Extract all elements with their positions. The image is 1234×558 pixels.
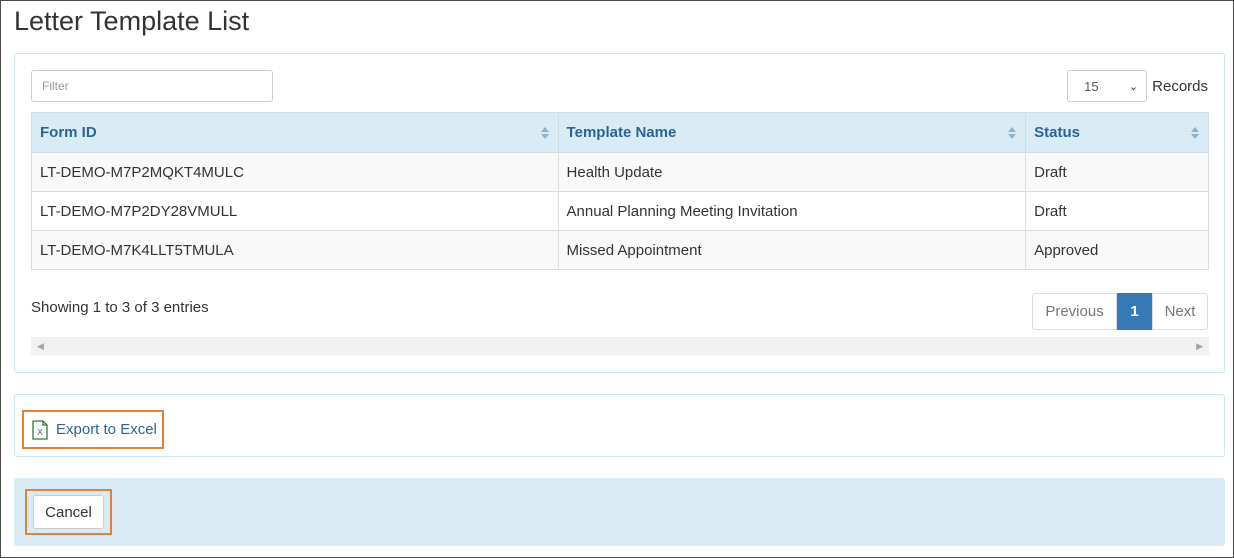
table-row[interactable]: LT-DEMO-M7P2DY28VMULL Annual Planning Me… xyxy=(31,191,1209,231)
previous-page-button[interactable]: Previous xyxy=(1032,293,1117,330)
chevron-down-icon: ⌄ xyxy=(1128,80,1139,93)
cell-form-id: LT-DEMO-M7P2MQKT4MULC xyxy=(31,152,559,192)
column-header-label: Form ID xyxy=(40,124,97,141)
template-list-panel: 15 ⌄ Records Form ID Template Name Sta xyxy=(14,53,1225,373)
cell-status: Draft xyxy=(1025,191,1209,231)
excel-file-icon: X xyxy=(32,419,48,440)
records-per-page-value: 15 xyxy=(1084,78,1099,94)
cell-template-name: Annual Planning Meeting Invitation xyxy=(557,191,1027,231)
cancel-highlight: Cancel xyxy=(25,489,112,535)
records-label: Records xyxy=(1152,77,1208,95)
column-header-status[interactable]: Status xyxy=(1025,112,1209,153)
table-row[interactable]: LT-DEMO-M7P2MQKT4MULC Health Update Draf… xyxy=(31,152,1209,192)
column-header-template-name[interactable]: Template Name xyxy=(557,112,1027,153)
cell-template-name: Missed Appointment xyxy=(557,230,1027,270)
records-control: 15 ⌄ Records xyxy=(1067,70,1208,102)
scroll-left-arrow-icon[interactable]: ◀ xyxy=(37,341,44,352)
next-page-button[interactable]: Next xyxy=(1152,293,1208,330)
cell-status: Approved xyxy=(1025,230,1209,270)
column-header-label: Status xyxy=(1034,124,1080,141)
svg-text:X: X xyxy=(37,428,43,437)
page-1-button[interactable]: 1 xyxy=(1117,293,1152,330)
cell-form-id: LT-DEMO-M7K4LLT5TMULA xyxy=(31,230,559,270)
scroll-right-arrow-icon[interactable]: ▶ xyxy=(1196,341,1203,352)
column-header-form-id[interactable]: Form ID xyxy=(31,112,559,153)
filter-input[interactable] xyxy=(31,70,273,102)
footer-bar: Cancel xyxy=(14,478,1225,546)
export-to-excel-link[interactable]: X Export to Excel xyxy=(22,410,164,449)
cell-status: Draft xyxy=(1025,152,1209,192)
table-info-text: Showing 1 to 3 of 3 entries xyxy=(31,299,209,316)
sort-icon[interactable] xyxy=(1190,126,1200,140)
sort-icon[interactable] xyxy=(1007,126,1017,140)
export-to-excel-label: Export to Excel xyxy=(56,421,157,438)
cell-template-name: Health Update xyxy=(557,152,1027,192)
export-panel: X Export to Excel xyxy=(14,394,1225,457)
page-title: Letter Template List xyxy=(14,6,250,36)
pagination: Previous 1 Next xyxy=(1032,293,1208,330)
cell-form-id: LT-DEMO-M7P2DY28VMULL xyxy=(31,191,559,231)
cancel-button[interactable]: Cancel xyxy=(33,495,104,529)
sort-icon[interactable] xyxy=(540,126,550,140)
horizontal-scrollbar[interactable]: ◀ ▶ xyxy=(31,337,1209,355)
table-row[interactable]: LT-DEMO-M7K4LLT5TMULA Missed Appointment… xyxy=(31,230,1209,270)
table-header-row: Form ID Template Name Status xyxy=(31,112,1209,153)
template-table: Form ID Template Name Status LT-DEMO-M7P… xyxy=(31,112,1209,270)
column-header-label: Template Name xyxy=(566,124,677,141)
records-per-page-select[interactable]: 15 ⌄ xyxy=(1067,70,1148,102)
